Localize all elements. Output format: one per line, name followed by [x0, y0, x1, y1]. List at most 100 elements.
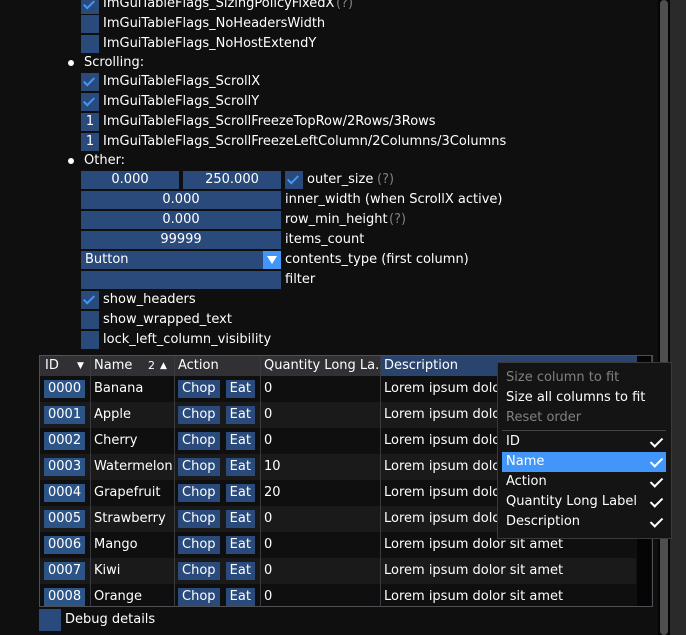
- id-button[interactable]: 0003: [44, 458, 86, 476]
- chop-button[interactable]: Chop: [178, 458, 220, 476]
- id-button[interactable]: 0006: [44, 536, 86, 554]
- id-button[interactable]: 0001: [44, 406, 86, 424]
- id-cell[interactable]: 0003: [44, 454, 88, 480]
- help-marker[interactable]: (?): [377, 171, 394, 189]
- id-button[interactable]: 0007: [44, 562, 86, 580]
- id-button[interactable]: 0004: [44, 484, 86, 502]
- outer-size-x-input[interactable]: 0.000: [81, 171, 179, 189]
- label-scroll-x: ImGuiTableFlags_ScrollX: [103, 74, 261, 89]
- tree-node-arrow[interactable]: [39, 609, 61, 631]
- menu-separator: [502, 430, 666, 431]
- id-cell[interactable]: 0005: [44, 506, 88, 532]
- chop-button[interactable]: Chop: [178, 380, 220, 398]
- name-cell: Grapefruit: [94, 485, 161, 500]
- menu-item-size-all-columns[interactable]: Size all columns to fit: [502, 388, 666, 408]
- eat-button[interactable]: Eat: [225, 588, 255, 606]
- window-scrollbar-grab[interactable]: [660, 0, 668, 635]
- checkbox-show-headers[interactable]: [81, 291, 99, 309]
- eat-button[interactable]: Eat: [225, 536, 255, 554]
- menu-item-size-column-to-fit[interactable]: Size column to fit: [502, 368, 666, 388]
- menu-item-reset-order[interactable]: Reset order: [502, 408, 666, 428]
- check-icon: [649, 454, 664, 468]
- eat-button[interactable]: Eat: [225, 406, 255, 424]
- action-cell: Chop Eat: [178, 532, 258, 558]
- eat-button[interactable]: Eat: [225, 458, 255, 476]
- chop-button[interactable]: Chop: [178, 510, 220, 528]
- menu-item-column-action[interactable]: Action: [502, 472, 666, 492]
- menu-item-column-quantity[interactable]: Quantity Long Label: [502, 492, 666, 512]
- chop-button[interactable]: Chop: [178, 406, 220, 424]
- quantity-cell: 0: [264, 511, 273, 526]
- id-cell[interactable]: 0001: [44, 402, 88, 428]
- inner-width-input[interactable]: 0.000: [81, 191, 281, 209]
- help-marker[interactable]: (?): [389, 211, 406, 229]
- column-divider[interactable]: [174, 356, 175, 606]
- eat-button[interactable]: Eat: [225, 484, 255, 502]
- chop-button[interactable]: Chop: [178, 484, 220, 502]
- quantity-cell: 0: [264, 433, 273, 448]
- check-icon: [649, 514, 664, 528]
- column-header-quantity[interactable]: Quantity Long La...: [260, 356, 380, 376]
- help-marker[interactable]: (?): [336, 0, 353, 13]
- action-cell: Chop Eat: [178, 584, 258, 606]
- outer-size-y-input[interactable]: 250.000: [183, 171, 281, 189]
- id-button[interactable]: 0000: [44, 380, 86, 398]
- chop-button[interactable]: Chop: [178, 588, 220, 606]
- label-freeze-left-column: ImGuiTableFlags_ScrollFreezeLeftColumn/2…: [103, 134, 507, 149]
- menu-item-column-name[interactable]: Name: [502, 452, 666, 472]
- eat-button[interactable]: Eat: [225, 380, 255, 398]
- check-icon: [649, 474, 664, 488]
- id-cell[interactable]: 0000: [44, 376, 88, 402]
- id-cell[interactable]: 0007: [44, 558, 88, 584]
- menu-item-label: Quantity Long Label: [506, 494, 637, 509]
- column-header-id[interactable]: ID ▼: [40, 356, 90, 376]
- description-cell: Lorem ipsum dolor sit amet: [384, 563, 564, 578]
- eat-button[interactable]: Eat: [225, 562, 255, 580]
- check-icon: [649, 434, 664, 448]
- checkbox-lock-left-column[interactable]: [81, 331, 99, 349]
- row-min-height-input[interactable]: 0.000: [81, 211, 281, 229]
- id-button[interactable]: 0005: [44, 510, 86, 528]
- checkbox-scroll-x[interactable]: [81, 73, 99, 91]
- debug-details[interactable]: Debug details: [65, 611, 155, 629]
- checkbox-show-wrapped-text[interactable]: [81, 311, 99, 329]
- checkbox-outer-size[interactable]: [285, 171, 303, 189]
- label-inner-width: inner_width (when ScrollX active): [285, 192, 503, 207]
- name-cell: Orange: [94, 589, 143, 604]
- column-header-action[interactable]: Action: [174, 356, 260, 376]
- id-button[interactable]: 0008: [44, 588, 86, 606]
- label-no-headers-width: ImGuiTableFlags_NoHeadersWidth: [103, 16, 326, 31]
- items-count-input[interactable]: 99999: [81, 231, 281, 249]
- chevron-down-icon[interactable]: [263, 251, 281, 269]
- eat-button[interactable]: Eat: [225, 510, 255, 528]
- quantity-cell: 0: [264, 381, 273, 396]
- checkbox-no-host-extend-y[interactable]: [81, 35, 99, 53]
- id-cell[interactable]: 0008: [44, 584, 88, 606]
- column-divider[interactable]: [380, 356, 381, 606]
- id-cell[interactable]: 0006: [44, 532, 88, 558]
- slider-freeze-top-row[interactable]: 1: [81, 113, 99, 131]
- chop-button[interactable]: Chop: [178, 562, 220, 580]
- column-header-name[interactable]: Name 2 ▲: [90, 356, 174, 376]
- id-cell[interactable]: 0004: [44, 480, 88, 506]
- chop-button[interactable]: Chop: [178, 432, 220, 450]
- slider-freeze-left-column[interactable]: 1: [81, 133, 99, 151]
- contents-type-combo[interactable]: Button: [81, 251, 263, 269]
- checkbox-sizing-policy-fixed-x[interactable]: [81, 0, 99, 14]
- eat-button[interactable]: Eat: [225, 432, 255, 450]
- menu-item-column-description[interactable]: Description: [502, 512, 666, 532]
- checkbox-scroll-y[interactable]: [81, 93, 99, 111]
- id-button[interactable]: 0002: [44, 432, 86, 450]
- chop-button[interactable]: Chop: [178, 536, 220, 554]
- menu-item-column-id[interactable]: ID: [502, 432, 666, 452]
- column-divider[interactable]: [260, 356, 261, 606]
- column-divider[interactable]: [90, 356, 91, 606]
- label-no-host-extend-y: ImGuiTableFlags_NoHostExtendY: [103, 36, 317, 51]
- sort-descending-icon: ▼: [77, 361, 84, 371]
- id-cell[interactable]: 0002: [44, 428, 88, 454]
- action-cell: Chop Eat: [178, 428, 258, 454]
- check-icon: [649, 494, 664, 508]
- filter-input[interactable]: [81, 271, 281, 289]
- table-row: 0008 Orange Chop Eat 0 Lorem ipsum dolor sit…: [40, 584, 636, 606]
- checkbox-no-headers-width[interactable]: [81, 15, 99, 33]
